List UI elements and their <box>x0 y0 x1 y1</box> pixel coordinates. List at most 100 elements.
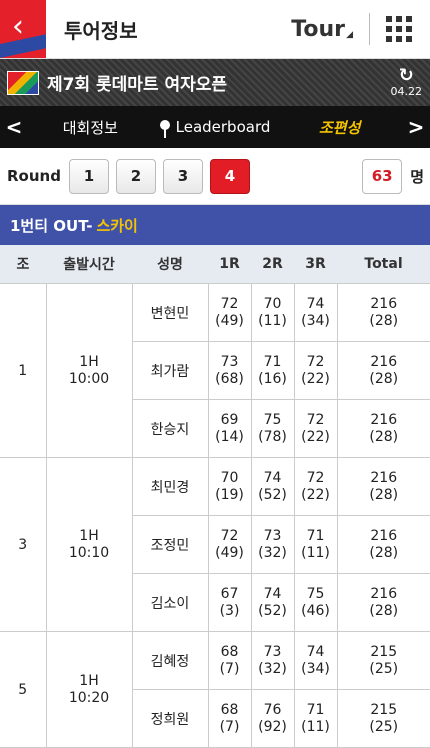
grid-menu-icon[interactable] <box>386 16 412 42</box>
round2-score-value: 75 <box>252 412 294 429</box>
player-name[interactable]: 김혜정 <box>132 632 208 690</box>
total-score-rank: (28) <box>338 487 430 504</box>
round3-score-rank: (34) <box>295 661 337 678</box>
round-selector: Round 1 2 3 4 63 명 <box>0 148 430 205</box>
page-title: 투어정보 <box>64 15 291 44</box>
round1-score: 68(7) <box>208 690 251 748</box>
total-score-value: 216 <box>338 296 430 313</box>
round3-score-rank: (46) <box>295 603 337 620</box>
top-bar: ‹ 투어정보 Tour ◢ <box>0 0 430 59</box>
player-name[interactable]: 최민경 <box>132 458 208 516</box>
round-button-3[interactable]: 3 <box>163 159 203 194</box>
player-name[interactable]: 변현민 <box>132 284 208 342</box>
round3-score: 75(46) <box>294 574 337 632</box>
total-score: 216(28) <box>337 284 430 342</box>
total-score: 215(25) <box>337 632 430 690</box>
player-name[interactable]: 정희원 <box>132 690 208 748</box>
player-name[interactable]: 최가람 <box>132 342 208 400</box>
total-score-value: 216 <box>338 354 430 371</box>
total-score: 216(28) <box>337 342 430 400</box>
tee-section-header: 1번티 OUT- 스카이 <box>0 205 430 245</box>
group-number: 5 <box>0 632 46 748</box>
player-name[interactable]: 한승지 <box>132 400 208 458</box>
total-score-rank: (28) <box>338 603 430 620</box>
round-button-4[interactable]: 4 <box>210 159 250 194</box>
tee-hole: 1H <box>47 354 132 371</box>
total-score: 215(25) <box>337 690 430 748</box>
round3-score-value: 74 <box>295 644 337 661</box>
total-score-value: 216 <box>338 586 430 603</box>
round2-score-value: 73 <box>252 644 294 661</box>
round1-score-value: 72 <box>209 528 251 545</box>
round2-score-rank: (11) <box>252 313 294 330</box>
round2-score-rank: (32) <box>252 545 294 562</box>
tour-menu-button[interactable]: Tour ◢ <box>291 17 345 42</box>
back-button[interactable]: ‹ <box>0 0 46 58</box>
round1-score-value: 68 <box>209 702 251 719</box>
subnav-next-button[interactable]: > <box>402 115 430 139</box>
event-date: 04.22 <box>391 85 423 98</box>
round2-score-rank: (16) <box>252 371 294 388</box>
round1-score-value: 73 <box>209 354 251 371</box>
round1-score-rank: (7) <box>209 661 251 678</box>
round1-score: 69(14) <box>208 400 251 458</box>
round1-score-value: 67 <box>209 586 251 603</box>
round2-score: 75(78) <box>251 400 294 458</box>
group-number: 1 <box>0 284 46 458</box>
refresh-button[interactable]: ↻ 04.22 <box>391 67 423 98</box>
round2-score-value: 71 <box>252 354 294 371</box>
pin-icon <box>160 120 170 130</box>
round1-score-rank: (49) <box>209 545 251 562</box>
sub-navigation: < 대회정보 Leaderboard 조편성 > <box>0 106 430 148</box>
round2-score-value: 76 <box>252 702 294 719</box>
round3-score-rank: (22) <box>295 429 337 446</box>
round1-score-rank: (68) <box>209 371 251 388</box>
round-button-1[interactable]: 1 <box>69 159 109 194</box>
col-r3: 3R <box>294 245 337 284</box>
round3-score-value: 72 <box>295 354 337 371</box>
subnav-prev-button[interactable]: < <box>0 115 28 139</box>
table-row[interactable]: 11H10:00변현민72(49)70(11)74(34)216(28) <box>0 284 430 342</box>
tournament-logo <box>7 71 39 95</box>
total-score-value: 216 <box>338 470 430 487</box>
player-name[interactable]: 조정민 <box>132 516 208 574</box>
table-row[interactable]: 51H10:20김혜정68(7)73(32)74(34)215(25) <box>0 632 430 690</box>
tab-tournament-info[interactable]: 대회정보 <box>28 117 153 138</box>
total-score-rank: (28) <box>338 429 430 446</box>
tab-leaderboard[interactable]: Leaderboard <box>153 118 278 136</box>
table-row[interactable]: 31H10:10최민경70(19)74(52)72(22)216(28) <box>0 458 430 516</box>
group-number: 3 <box>0 458 46 632</box>
start-time-cell: 1H10:20 <box>46 632 132 748</box>
round1-score-rank: (7) <box>209 719 251 736</box>
round2-score-rank: (52) <box>252 487 294 504</box>
total-score: 216(28) <box>337 574 430 632</box>
table-body: 11H10:00변현민72(49)70(11)74(34)216(28)최가람7… <box>0 284 430 748</box>
round1-score: 72(49) <box>208 284 251 342</box>
tee-hole: 1H <box>47 528 132 545</box>
round2-score-rank: (32) <box>252 661 294 678</box>
round3-score-value: 75 <box>295 586 337 603</box>
chevron-left-icon: ‹ <box>12 12 24 42</box>
round-button-2[interactable]: 2 <box>116 159 156 194</box>
round3-score-rank: (22) <box>295 371 337 388</box>
total-score-rank: (25) <box>338 661 430 678</box>
total-score: 216(28) <box>337 516 430 574</box>
event-name: 제7회 롯데마트 여자오픈 <box>47 70 391 95</box>
dropdown-triangle-icon: ◢ <box>346 30 353 40</box>
round2-score: 71(16) <box>251 342 294 400</box>
round3-score: 74(34) <box>294 632 337 690</box>
player-name[interactable]: 김소이 <box>132 574 208 632</box>
round2-score-rank: (52) <box>252 603 294 620</box>
round1-score-value: 70 <box>209 470 251 487</box>
round1-score: 73(68) <box>208 342 251 400</box>
tab-pairings[interactable]: 조편성 <box>277 117 402 138</box>
pairings-table: 조 출발시간 성명 1R 2R 3R Total 11H10:00변현민72(4… <box>0 245 430 748</box>
tee-time: 10:00 <box>47 371 132 388</box>
total-score-value: 216 <box>338 412 430 429</box>
total-score-value: 215 <box>338 644 430 661</box>
start-time-cell: 1H10:00 <box>46 284 132 458</box>
round2-score-rank: (78) <box>252 429 294 446</box>
round3-score: 71(11) <box>294 690 337 748</box>
total-score-rank: (28) <box>338 371 430 388</box>
round2-score-value: 70 <box>252 296 294 313</box>
